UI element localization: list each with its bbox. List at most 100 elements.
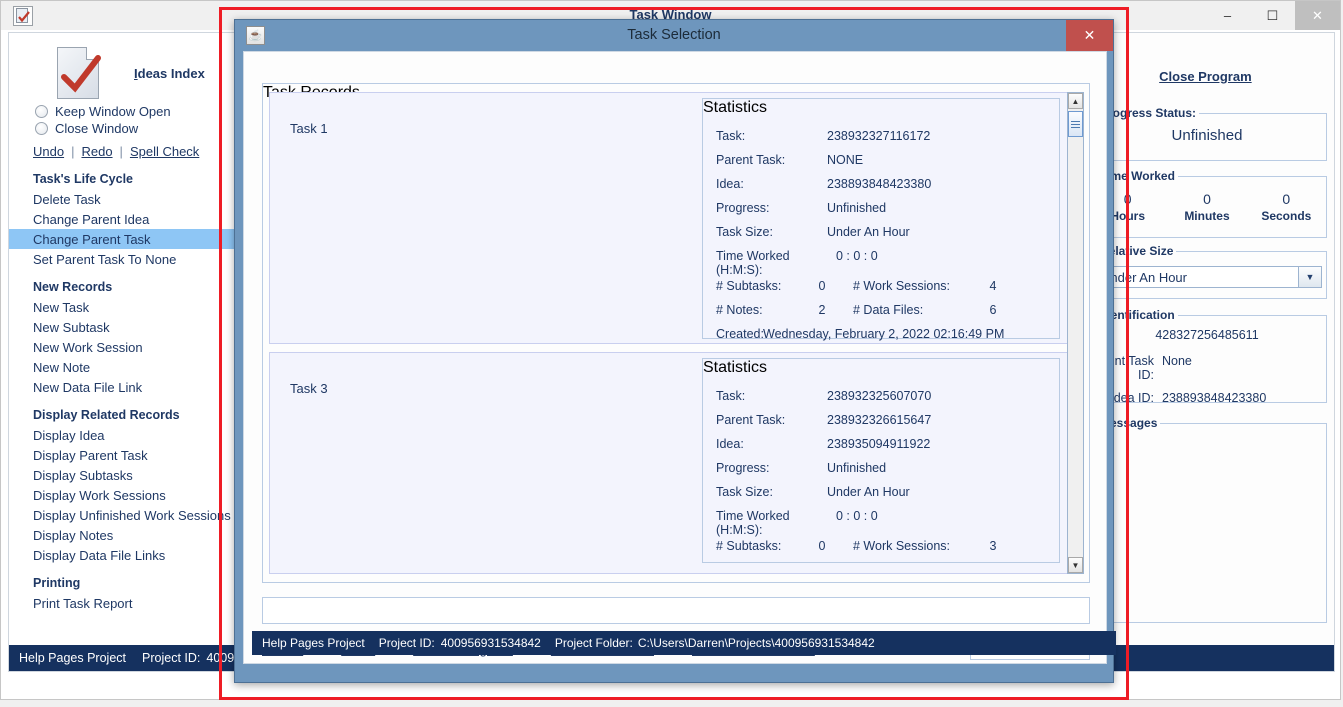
scroll-down-arrow-icon[interactable]: ▼ — [1068, 557, 1083, 573]
time-seconds-label: Seconds — [1261, 209, 1312, 223]
sidebar-item-change-parent-idea[interactable]: Change Parent Idea — [9, 209, 237, 229]
grip-icon — [1071, 119, 1080, 130]
sidebar-item-display-data-file-links[interactable]: Display Data File Links — [9, 545, 237, 565]
sidebar-header: Ideas Index — [9, 33, 237, 103]
record-name: Task 3 — [290, 381, 328, 396]
identification-idea-row: Idea ID: 238893848423380 — [1088, 391, 1326, 405]
relative-size-select[interactable]: Under An Hour ▼ — [1094, 266, 1322, 288]
stat-task-row: Task: 238932327116172 — [703, 129, 1059, 153]
sidebar-item-display-idea[interactable]: Display Idea — [9, 425, 237, 445]
statusbar-project-id-label: Project ID: — [142, 651, 201, 665]
table-row[interactable]: Task 1 Statistics Task: 238932327116172 … — [269, 92, 1069, 344]
sidebar-item-new-task[interactable]: New Task — [9, 297, 237, 317]
stat-parent-value: NONE — [827, 153, 864, 167]
stat-size-row: Task Size: Under An Hour — [703, 225, 1059, 249]
stat-subtasks-label: # Subtasks: — [716, 279, 782, 293]
sidebar-item-change-parent-task[interactable]: Change Parent Task — [9, 229, 237, 249]
scroll-up-arrow-icon[interactable]: ▲ — [1068, 93, 1083, 109]
relative-size-group: Relative Size Under An Hour ▼ — [1087, 244, 1327, 299]
time-seconds-cell: 0 Seconds — [1247, 191, 1326, 223]
sidebar-item-display-unfinished-work-sessions[interactable]: Display Unfinished Work Sessions — [9, 505, 237, 525]
dialog-statusbar-folder: C:\Users\Darren\Projects\400956931534842 — [637, 636, 875, 650]
stat-time-row: Time Worked (H:M:S): 0 : 0 : 0 — [703, 509, 1059, 539]
stat-created-row: Created: Wednesday, February 2, 2022 02:… — [703, 327, 1059, 351]
stat-progress-label: Progress: — [716, 461, 770, 475]
dialog-content: Task Records Task 1 Statistics Task: 238… — [243, 51, 1116, 664]
chevron-down-icon[interactable]: ▼ — [1298, 267, 1321, 287]
records-scrollbar[interactable]: ▲ ▼ — [1067, 92, 1084, 574]
time-minutes-label: Minutes — [1184, 209, 1230, 223]
time-minutes-cell: 0 Minutes — [1167, 191, 1246, 223]
close-window-button[interactable]: ✕ — [1295, 1, 1340, 30]
dialog-close-button[interactable]: ✕ — [1066, 20, 1113, 51]
record-name: Task 1 — [290, 121, 328, 136]
table-row[interactable]: Task 3 Statistics Task: 238932325607070 … — [269, 352, 1069, 574]
section-heading-new-records: New Records — [33, 280, 113, 294]
stat-subtasks-value: 0 — [818, 539, 826, 553]
sidebar-item-print-task-report[interactable]: Print Task Report — [9, 593, 237, 613]
stat-size-row: Task Size: Under An Hour — [703, 485, 1059, 509]
identification-parent-value: None — [1162, 354, 1192, 368]
stat-parent-value: 238932326615647 — [827, 413, 932, 427]
sidebar-item-display-subtasks[interactable]: Display Subtasks — [9, 465, 237, 485]
stat-created-label: Created: — [716, 327, 764, 341]
undo-link[interactable]: Undo — [33, 144, 71, 159]
radio-icon — [35, 105, 48, 118]
redo-link[interactable]: Redo — [74, 144, 119, 159]
task-records-list[interactable]: Task 1 Statistics Task: 238932327116172 … — [269, 92, 1069, 574]
stat-task-label: Task: — [716, 129, 746, 143]
minimize-button[interactable]: – — [1205, 1, 1250, 30]
sidebar-item-set-parent-task-to-none[interactable]: Set Parent Task To None — [9, 249, 237, 269]
stat-subtasks-label: # Subtasks: — [716, 539, 782, 553]
time-minutes-value: 0 — [1203, 191, 1211, 207]
stat-notes-value: 2 — [818, 303, 826, 317]
identification-idea-value: 238893848423380 — [1162, 391, 1267, 405]
stat-task-value: 238932327116172 — [827, 129, 931, 143]
stat-created-value: Wednesday, February 2, 2022 02:16:49 PM — [763, 327, 1005, 341]
stat-datafiles-label: # Data Files: — [853, 303, 924, 317]
sidebar-item-new-note[interactable]: New Note — [9, 357, 237, 377]
stat-progress-row: Progress: Unfinished — [703, 461, 1059, 485]
stat-time-label: Time Worked (H:M:S): — [716, 249, 790, 277]
stat-worksessions-value: 3 — [989, 539, 997, 553]
close-program-link[interactable]: Close Program — [1159, 69, 1251, 84]
sidebar-item-delete-task[interactable]: Delete Task — [9, 189, 237, 209]
sidebar-item-display-work-sessions[interactable]: Display Work Sessions — [9, 485, 237, 505]
sidebar-item-new-work-session[interactable]: New Work Session — [9, 337, 237, 357]
stat-task-value: 238932325607070 — [827, 389, 932, 403]
right-panel: Help Close Program Progress Status: Unfi… — [1081, 33, 1334, 671]
stat-worksessions-label: # Work Sessions: — [853, 279, 951, 293]
stat-parent-label: Parent Task: — [716, 413, 786, 427]
sidebar-item-new-data-file-link[interactable]: New Data File Link — [9, 377, 237, 397]
search-input[interactable] — [262, 597, 1090, 624]
section-heading-printing: Printing — [33, 576, 81, 590]
stat-worksessions-label: # Work Sessions: — [853, 539, 951, 553]
window-controls: – ☐ ✕ — [1205, 1, 1340, 30]
time-worked-group: Time Worked 0 Hours 0 Minutes 0 Seconds — [1087, 169, 1327, 238]
identification-group: Identification 428327256485611 Parent Ta… — [1087, 308, 1327, 405]
stat-idea-value: 238935094911922 — [827, 437, 931, 451]
stat-task-label: Task: — [716, 389, 746, 403]
radio-close-window[interactable]: Close Window — [9, 120, 237, 137]
stat-progress-value: Unfinished — [827, 461, 887, 475]
spell-check-link[interactable]: Spell Check — [123, 144, 206, 159]
radio-label: Close Window — [55, 121, 139, 136]
sidebar-item-display-notes[interactable]: Display Notes — [9, 525, 237, 545]
edit-links: Undo | Redo | Spell Check — [9, 137, 237, 161]
sidebar-item-display-parent-task[interactable]: Display Parent Task — [9, 445, 237, 465]
radio-keep-window-open[interactable]: Keep Window Open — [9, 103, 237, 120]
screen-root: Task Window – ☐ ✕ Ideas Index Keep Windo… — [0, 0, 1343, 707]
stat-progress-label: Progress: — [716, 201, 770, 215]
stat-time-label: Time Worked (H:M:S): — [716, 509, 790, 537]
stat-subtasks-value: 0 — [818, 279, 826, 293]
stat-size-value: Under An Hour — [827, 485, 910, 499]
stat-time-row: Time Worked (H:M:S): 0 : 0 : 0 — [703, 249, 1059, 279]
statistics-group: Statistics Task: 238932327116172 Parent … — [702, 98, 1060, 341]
stat-worksessions-value: 4 — [989, 279, 997, 293]
task-selection-dialog: ☕ Task Selection ✕ Task Records Task 1 S… — [234, 19, 1116, 683]
sidebar-item-new-subtask[interactable]: New Subtask — [9, 317, 237, 337]
stat-idea-label: Idea: — [716, 177, 744, 191]
scrollbar-thumb[interactable] — [1068, 111, 1083, 137]
stat-datafiles-value: 6 — [989, 303, 997, 317]
maximize-button[interactable]: ☐ — [1250, 1, 1295, 30]
